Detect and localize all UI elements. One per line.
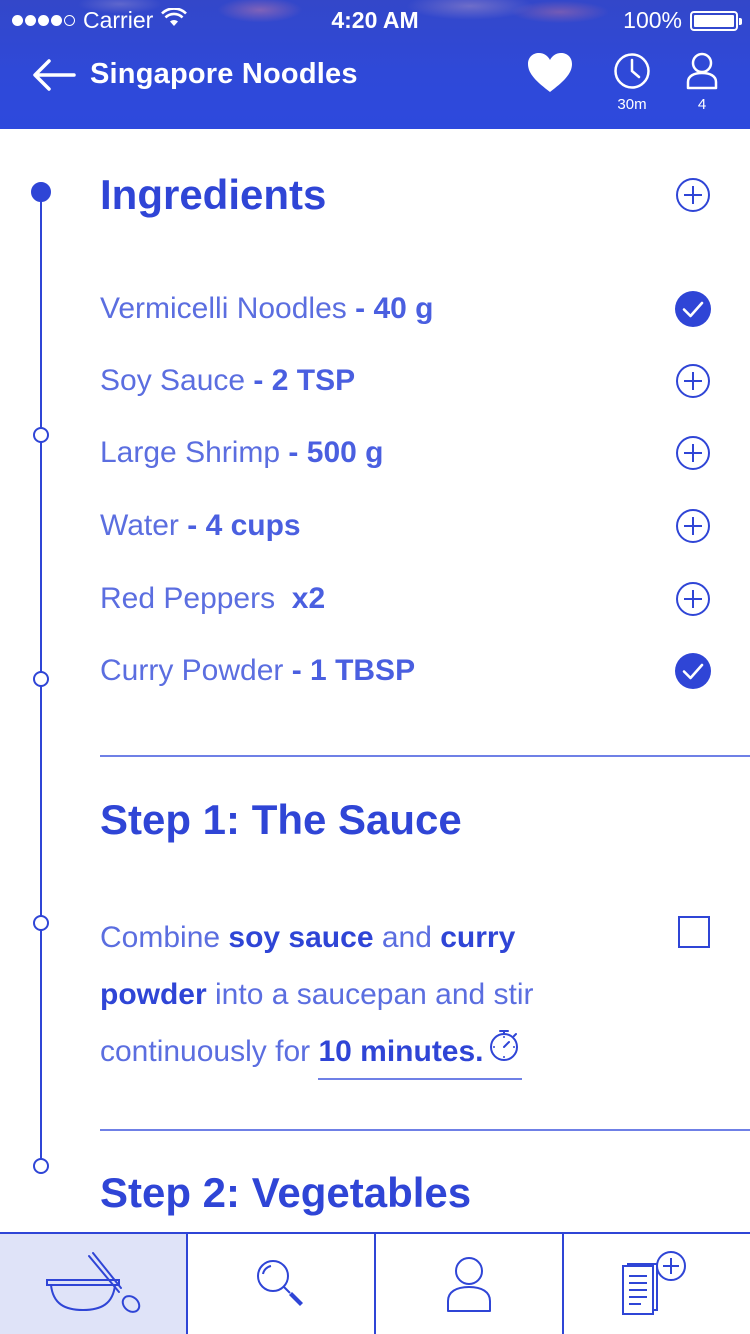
ingredient-add-button[interactable]	[675, 581, 711, 617]
ingredient-item: Curry Powder - 1 TBSP	[100, 646, 720, 696]
back-arrow-icon	[33, 59, 76, 91]
section-divider	[100, 1129, 750, 1131]
ingredient-item: Red Peppers x2	[100, 574, 720, 624]
ingredient-item: Soy Sauce - 2 TSP	[100, 356, 720, 406]
tab-add-list[interactable]	[564, 1234, 750, 1334]
ingredient-name: Red Peppers	[100, 582, 276, 615]
timeline-node	[33, 915, 49, 931]
profile-icon	[447, 1257, 491, 1312]
timer-link[interactable]: 10 minutes.	[318, 1027, 522, 1081]
step-1-title: Step 1: The Sauce	[100, 796, 462, 843]
ingredient-qty: x2	[275, 582, 326, 615]
ingredient-qty: - 1 TBSP	[283, 654, 416, 687]
tab-recipe[interactable]	[0, 1234, 188, 1334]
cook-time-label: 30m	[617, 96, 647, 113]
stopwatch-icon	[488, 1028, 520, 1078]
ingredient-add-button[interactable]	[675, 363, 711, 399]
recipe-header: Carrier 4:20 AM 100% Singapore Noodles 3…	[0, 0, 750, 129]
timeline-node	[33, 427, 49, 443]
ingredient-name: Curry Powder	[100, 654, 284, 687]
ingredient-qty: - 2 TSP	[245, 364, 356, 397]
tab-search[interactable]	[188, 1234, 376, 1334]
clock-icon	[614, 53, 650, 89]
ingredients-title: Ingredients	[100, 171, 327, 218]
ingredient-ref: soy sauce	[228, 921, 374, 954]
ingredient-add-button[interactable]	[675, 435, 711, 471]
check-circle-icon	[675, 653, 711, 689]
ingredient-qty: - 500 g	[280, 436, 384, 469]
plus-circle-icon	[676, 436, 710, 470]
timeline-node	[33, 1158, 49, 1174]
page-title: Singapore Noodles	[90, 58, 358, 90]
servings-button[interactable]: 4	[680, 52, 724, 122]
ingredient-name: Vermicelli Noodles	[100, 292, 347, 325]
add-list-icon	[622, 1251, 686, 1315]
ingredient-qty: - 4 cups	[178, 509, 301, 542]
section-divider	[100, 755, 750, 757]
ingredient-qty: - 40 g	[346, 292, 434, 325]
ingredient-add-button[interactable]	[675, 508, 711, 544]
back-button[interactable]	[30, 58, 78, 92]
ingredient-name: Soy Sauce	[100, 364, 246, 397]
bottom-tab-bar	[0, 1232, 750, 1334]
status-right: 100%	[623, 7, 742, 34]
plus-circle-icon	[676, 364, 710, 398]
battery-icon	[690, 10, 742, 31]
person-icon	[686, 52, 718, 90]
cook-time-button[interactable]: 30m	[606, 52, 658, 122]
plus-circle-icon	[676, 582, 710, 616]
ingredient-item: Vermicelli Noodles - 40 g	[100, 284, 720, 334]
timeline-node	[33, 671, 49, 687]
servings-label: 4	[697, 96, 707, 113]
timeline-node-current	[31, 182, 51, 202]
plus-circle-icon	[676, 509, 710, 543]
battery-percent: 100%	[623, 7, 682, 33]
plus-circle-icon	[676, 178, 710, 212]
tab-profile[interactable]	[376, 1234, 564, 1334]
ingredient-check-button[interactable]	[675, 291, 711, 327]
heart-icon	[528, 53, 572, 92]
status-bar: Carrier 4:20 AM 100%	[0, 0, 750, 40]
check-circle-icon	[675, 291, 711, 327]
search-icon	[257, 1260, 303, 1306]
step-2-title: Step 2: Vegetables	[100, 1169, 472, 1216]
ingredient-name: Large Shrimp	[100, 436, 281, 469]
recipe-content[interactable]: Ingredients Vermicelli Noodles - 40 g So…	[0, 129, 750, 1231]
ingredient-name: Water	[100, 509, 179, 542]
ingredient-check-button[interactable]	[675, 653, 711, 689]
step-1-instructions: Combine soy sauce and curry powder into …	[100, 909, 620, 1081]
ingredient-item: Water - 4 cups	[100, 501, 720, 551]
add-all-ingredients-button[interactable]	[675, 177, 711, 213]
nav-bar: Singapore Noodles 30m 4	[0, 44, 750, 129]
step-1-checkbox[interactable]	[678, 916, 710, 948]
bowl-spoon-icon	[46, 1252, 141, 1313]
ingredient-item: Large Shrimp - 500 g	[100, 428, 720, 478]
favorite-button[interactable]	[527, 52, 573, 96]
